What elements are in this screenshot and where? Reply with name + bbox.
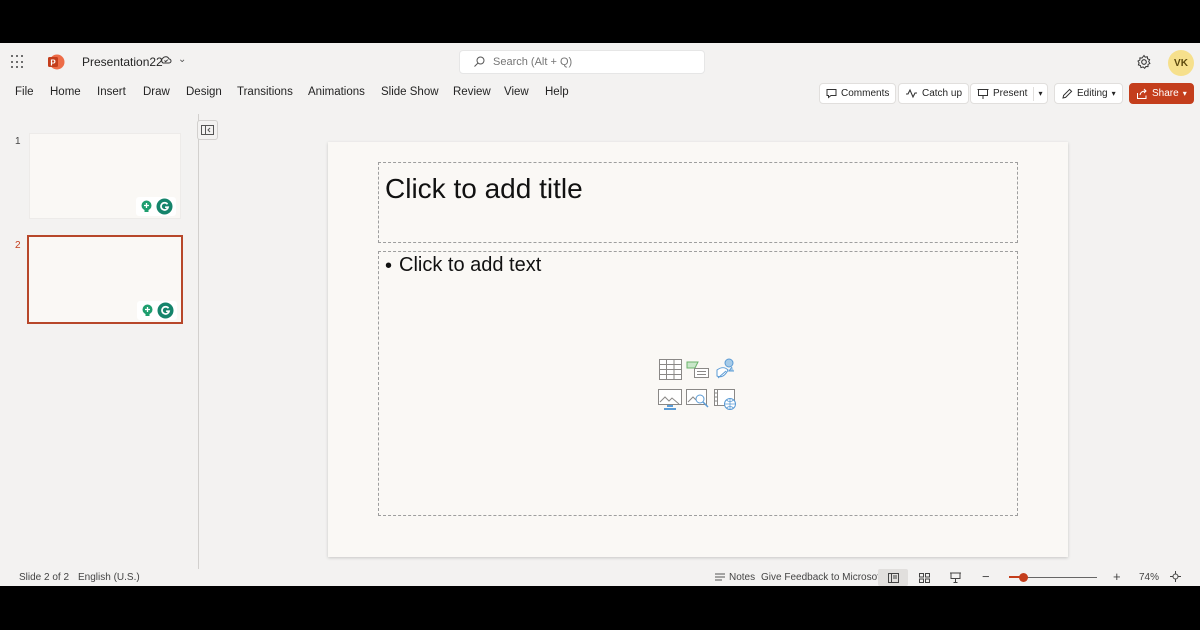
collapse-pane-button[interactable] <box>197 120 218 140</box>
app-launcher-icon[interactable] <box>11 55 25 69</box>
powerpoint-window: P Presentation22 ⌄ VK File Home Insert D… <box>0 43 1200 586</box>
share-button[interactable]: Share ▾ <box>1129 83 1194 104</box>
reading-view-button[interactable] <box>940 569 970 586</box>
bullet-point: • <box>385 255 393 277</box>
notes-icon[interactable] <box>715 573 725 582</box>
tab-view[interactable]: View <box>504 86 529 98</box>
comments-label: Comments <box>841 88 890 99</box>
title-bar: P Presentation22 ⌄ VK <box>0 43 1200 81</box>
chart-icon[interactable] <box>686 357 710 381</box>
search-input[interactable] <box>493 54 693 70</box>
insert-content-icons <box>658 357 742 413</box>
user-avatar[interactable]: VK <box>1168 50 1194 76</box>
saved-status-icon[interactable] <box>160 55 172 67</box>
slide-sorter-icon <box>918 572 930 583</box>
tab-file[interactable]: File <box>15 86 34 98</box>
title-chevron-down-icon[interactable]: ⌄ <box>178 54 186 65</box>
content-placeholder-text: Click to add text <box>399 254 542 276</box>
share-label: Share <box>1152 88 1179 99</box>
tab-review[interactable]: Review <box>453 86 491 98</box>
zoom-in-button[interactable]: + <box>1113 569 1121 584</box>
pencil-icon <box>1062 88 1073 99</box>
search-icon <box>474 56 485 67</box>
share-chevron-down-icon: ▾ <box>1182 89 1187 98</box>
status-bar: Slide 2 of 2 English (U.S.) Notes Give F… <box>0 568 1200 586</box>
tab-home[interactable]: Home <box>50 86 81 98</box>
slide-number-1: 1 <box>15 136 21 147</box>
addin-badges <box>136 197 176 216</box>
designer-bulb-icon[interactable] <box>140 303 155 318</box>
language-status[interactable]: English (U.S.) <box>78 572 140 583</box>
smartart-icon[interactable] <box>714 357 738 381</box>
zoom-slider-thumb[interactable] <box>1019 573 1028 582</box>
present-label: Present <box>993 88 1028 99</box>
normal-view-icon <box>887 572 899 583</box>
settings-gear-icon[interactable] <box>1136 54 1152 70</box>
tab-animations[interactable]: Animations <box>308 86 365 98</box>
comments-button[interactable]: Comments <box>819 83 897 104</box>
present-split-divider <box>1033 86 1035 101</box>
svg-text:P: P <box>50 58 56 67</box>
fit-to-window-icon[interactable] <box>1170 571 1181 582</box>
stock-images-icon[interactable] <box>686 388 710 412</box>
editing-mode-button[interactable]: Editing ▾ <box>1054 83 1123 104</box>
collapse-pane-icon <box>201 125 214 135</box>
catch-up-button[interactable]: Catch up <box>898 83 970 104</box>
activity-icon <box>906 88 917 99</box>
slide-sorter-view-button[interactable] <box>909 569 939 586</box>
content-placeholder[interactable]: • Click to add text <box>378 251 1018 516</box>
editing-label: Editing <box>1077 88 1108 99</box>
catch-up-label: Catch up <box>922 88 963 99</box>
zoom-level[interactable]: 74% <box>1139 572 1159 583</box>
zoom-out-button[interactable]: − <box>982 569 990 584</box>
picture-icon[interactable] <box>658 388 682 412</box>
tab-insert[interactable]: Insert <box>97 86 126 98</box>
designer-bulb-icon[interactable] <box>139 199 154 214</box>
grammarly-icon[interactable] <box>156 198 173 215</box>
notes-button[interactable]: Notes <box>729 572 755 583</box>
video-icon[interactable] <box>714 388 738 412</box>
present-button[interactable]: Present ▾ <box>970 83 1048 104</box>
title-placeholder[interactable]: Click to add title <box>378 162 1018 243</box>
presenter-view-icon <box>949 572 961 583</box>
slide-number-2: 2 <box>15 240 21 251</box>
title-placeholder-text: Click to add title <box>385 173 583 204</box>
feedback-link[interactable]: Give Feedback to Microsoft <box>761 572 883 583</box>
ribbon-tabs: File Home Insert Draw Design Transitions… <box>0 81 1200 105</box>
share-icon <box>1137 88 1147 99</box>
pane-divider[interactable] <box>198 114 199 569</box>
slide-canvas: Click to add title • Click to add text <box>328 142 1068 557</box>
tab-slide-show[interactable]: Slide Show <box>381 86 439 98</box>
powerpoint-logo-icon: P <box>48 54 65 70</box>
tab-draw[interactable]: Draw <box>143 86 170 98</box>
search-box[interactable] <box>459 50 705 74</box>
slide-thumbnail-1[interactable] <box>29 133 181 219</box>
present-chevron-down-icon[interactable]: ▾ <box>1038 89 1042 98</box>
table-icon[interactable] <box>658 357 682 381</box>
slide-thumbnail-pane: 1 2 <box>0 129 198 569</box>
document-title[interactable]: Presentation22 <box>82 55 163 69</box>
present-icon <box>977 88 989 99</box>
comment-icon <box>826 89 837 99</box>
tab-design[interactable]: Design <box>186 86 222 98</box>
normal-view-button[interactable] <box>878 569 908 586</box>
slide-thumbnail-2[interactable] <box>27 235 183 324</box>
slide-count-status: Slide 2 of 2 <box>19 572 70 583</box>
grammarly-icon[interactable] <box>157 302 174 319</box>
tab-help[interactable]: Help <box>545 86 569 98</box>
tab-transitions[interactable]: Transitions <box>237 86 293 98</box>
addin-badges <box>137 301 177 320</box>
editing-chevron-down-icon: ▾ <box>1111 89 1116 98</box>
